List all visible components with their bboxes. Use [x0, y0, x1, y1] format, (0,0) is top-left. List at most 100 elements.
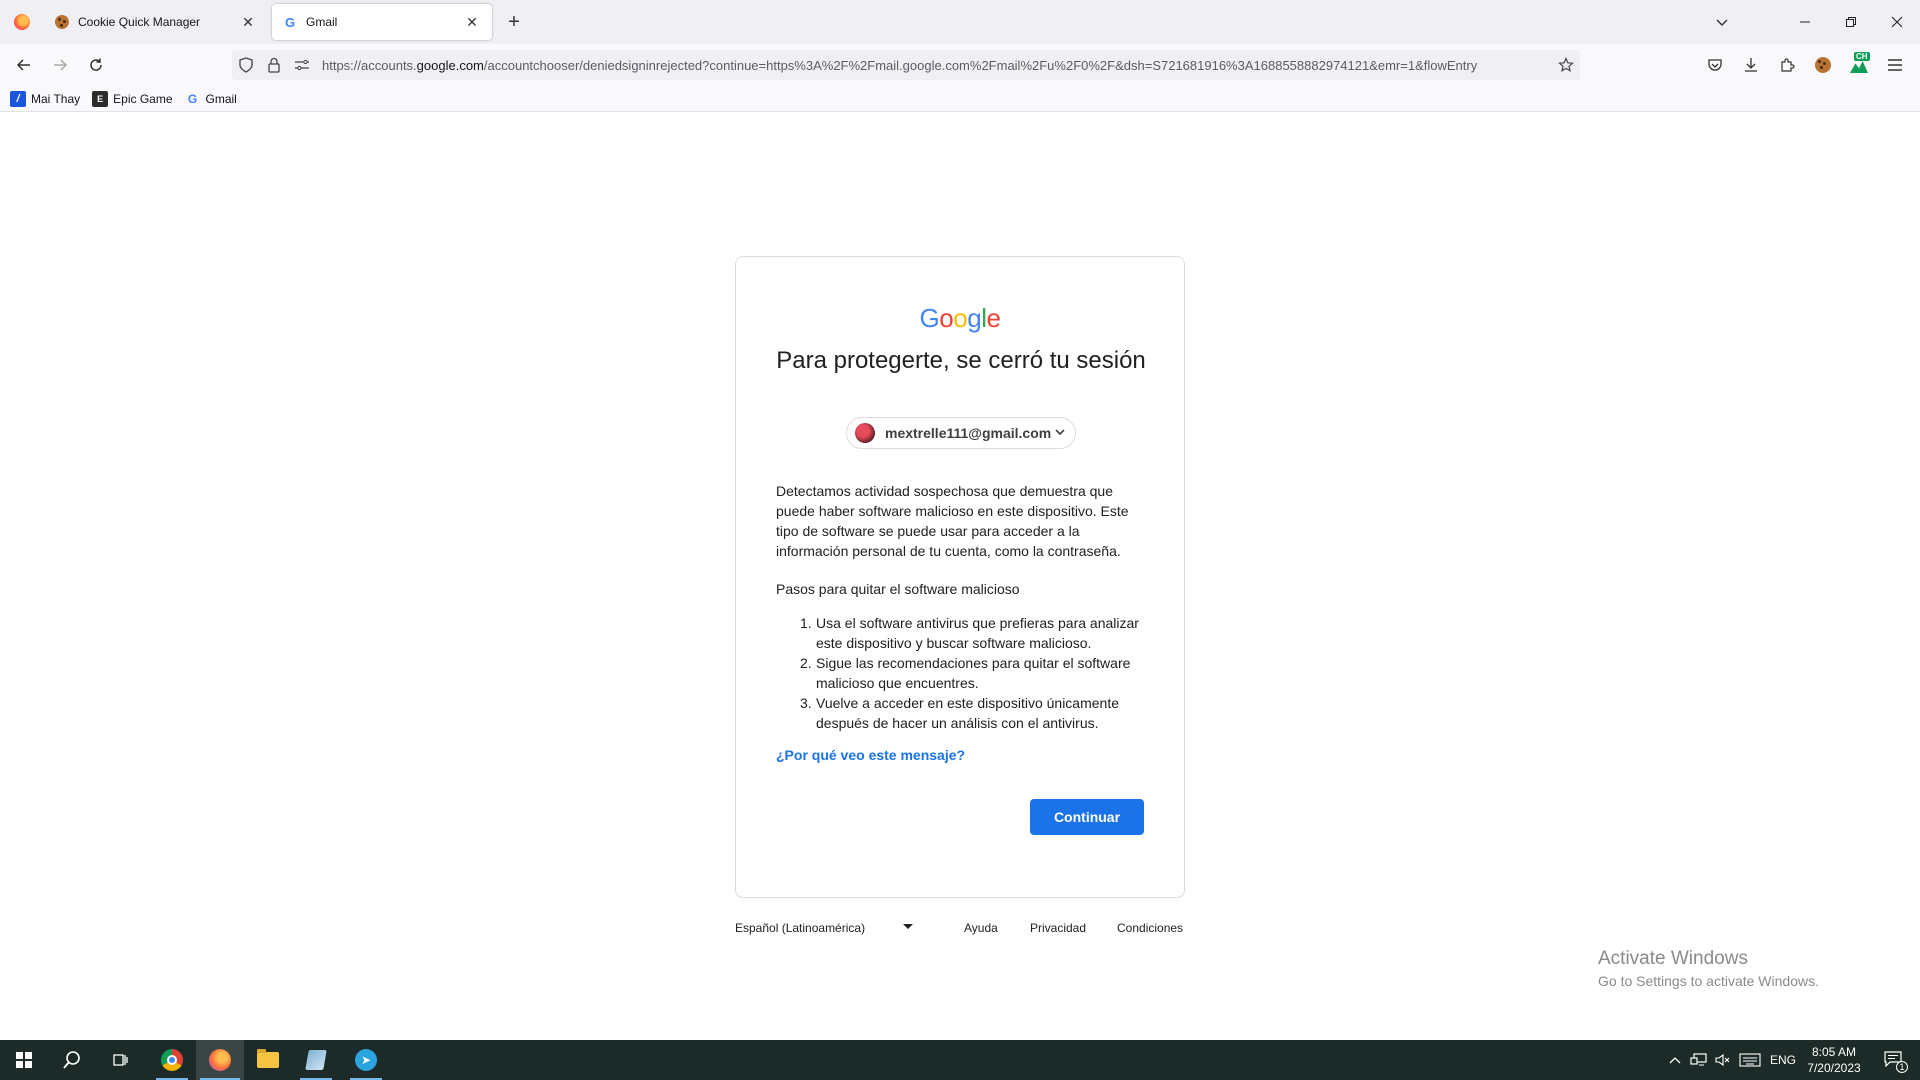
bookmark-epic-game[interactable]: E Epic Game — [92, 90, 173, 107]
tab-cookie-quick-manager[interactable]: Cookie Quick Manager ✕ — [44, 4, 268, 40]
page-title: Para protegerte, se cerró tu sesión — [776, 347, 1146, 374]
pocket-icon — [1708, 59, 1722, 71]
tracking-shield-icon[interactable] — [232, 50, 260, 80]
watermark-subtitle: Go to Settings to activate Windows. — [1598, 973, 1819, 989]
taskbar-telegram[interactable]: ➤ — [342, 1040, 390, 1080]
clock-date: 7/20/2023 — [1807, 1061, 1861, 1075]
close-icon — [1891, 16, 1903, 28]
firefox-icon — [209, 1049, 231, 1071]
taskbar-firefox[interactable] — [196, 1040, 244, 1080]
taskbar-clock[interactable]: 8:05 AM 7/20/2023 — [1796, 1044, 1872, 1076]
google-logo: Google — [919, 303, 1001, 333]
search-button[interactable] — [48, 1040, 96, 1080]
taskbar-notepad[interactable] — [292, 1040, 340, 1080]
epic-games-icon: E — [92, 90, 109, 107]
task-view-button[interactable] — [96, 1040, 144, 1080]
warning-paragraph: Detectamos actividad sospechosa que demu… — [776, 483, 1129, 559]
help-link[interactable]: Ayuda — [964, 921, 998, 935]
arrow-right-icon — [54, 59, 68, 71]
pocket-button[interactable] — [1699, 50, 1731, 80]
close-tab-icon[interactable]: ✕ — [462, 12, 482, 32]
terms-link[interactable]: Condiciones — [1117, 921, 1183, 935]
minimize-button[interactable] — [1782, 0, 1828, 44]
restore-icon — [1846, 17, 1856, 27]
account-email: mextrelle111@gmail.com — [885, 425, 1052, 441]
address-bar[interactable]: https://accounts.google.com/accountchoos… — [232, 50, 1580, 80]
forward-button[interactable] — [44, 50, 76, 80]
new-tab-button[interactable]: + — [502, 10, 526, 34]
tab-gmail[interactable]: G Gmail ✕ — [272, 4, 492, 40]
notification-count-badge: 1 — [1896, 1061, 1908, 1073]
permissions-icon[interactable] — [288, 50, 316, 80]
page-footer: Español (Latinoamérica) Ayuda Privacidad… — [735, 918, 1185, 940]
network-button[interactable] — [1688, 1040, 1710, 1080]
reload-button[interactable] — [80, 50, 112, 80]
account-chip[interactable]: mextrelle111@gmail.com — [846, 417, 1076, 449]
volume-muted-icon — [1715, 1053, 1730, 1067]
bookmarks-toolbar: / Mai Thay E Epic Game G Gmail — [0, 86, 1920, 112]
step-number: 1. — [800, 615, 812, 631]
app-menu-button[interactable] — [1879, 50, 1911, 80]
task-view-icon — [113, 1054, 128, 1066]
step-text: Usa el software antivirus que prefieras … — [816, 615, 1139, 651]
extensions-button[interactable] — [1771, 50, 1803, 80]
arrow-left-icon — [16, 59, 30, 71]
firefox-view-button[interactable] — [8, 8, 36, 36]
action-center-button[interactable]: 1 — [1874, 1040, 1914, 1080]
lock-icon[interactable] — [260, 50, 288, 80]
cookie-manager-extension-button[interactable] — [1807, 50, 1839, 80]
windows-logo-icon — [16, 1052, 32, 1068]
google-g-icon: G — [284, 14, 296, 30]
privacy-link[interactable]: Privacidad — [1030, 921, 1086, 935]
input-language-indicator[interactable]: ENG — [1768, 1040, 1798, 1080]
url-path: /accountchooser/deniedsigninrejected?con… — [483, 57, 1478, 73]
list-item: 2. Sigue las recomendaciones para quitar … — [800, 653, 1146, 693]
keyboard-icon — [1739, 1053, 1761, 1067]
list-all-tabs-button[interactable] — [1710, 10, 1734, 34]
caret-down-icon[interactable] — [903, 924, 913, 929]
bookmark-mt-icon: / — [10, 90, 26, 107]
telegram-icon: ➤ — [355, 1049, 377, 1071]
url-host: google.com — [416, 57, 484, 73]
activate-windows-watermark: Activate Windows Go to Settings to activ… — [1598, 948, 1819, 989]
bookmark-gmail[interactable]: G Gmail — [185, 91, 237, 107]
reload-icon — [90, 58, 102, 71]
start-button[interactable] — [0, 1040, 48, 1080]
extension-ch-button[interactable]: CH — [1843, 50, 1875, 80]
touch-keyboard-button[interactable] — [1736, 1040, 1764, 1080]
tab-title: Gmail — [306, 15, 338, 29]
step-number: 3. — [800, 695, 812, 711]
taskbar-chrome[interactable] — [148, 1040, 196, 1080]
volume-button[interactable] — [1712, 1040, 1734, 1080]
bookmark-star-icon[interactable] — [1552, 50, 1580, 80]
bookmark-mai-thay[interactable]: / Mai Thay — [10, 90, 80, 107]
why-am-i-seeing-this-link[interactable]: ¿Por qué veo este mensaje? — [776, 747, 965, 763]
download-icon — [1745, 58, 1757, 72]
close-tab-icon[interactable]: ✕ — [238, 12, 258, 32]
browser-tab-strip: Cookie Quick Manager ✕ G Gmail ✕ + — [0, 0, 1920, 44]
puzzle-icon — [1781, 58, 1795, 72]
list-item: 3. Vuelve a acceder en este dispositivo ú… — [800, 693, 1146, 733]
minimize-icon — [1800, 21, 1810, 23]
language-selector[interactable]: Español (Latinoamérica) — [735, 921, 865, 935]
notepad-icon — [305, 1050, 327, 1070]
taskbar-file-explorer[interactable] — [244, 1040, 292, 1080]
google-g-icon: G — [187, 91, 198, 106]
close-window-button[interactable] — [1874, 0, 1920, 44]
steps-heading: Pasos para quitar el software malicioso — [776, 581, 1020, 597]
extension-badge: CH — [1854, 52, 1870, 61]
restore-button[interactable] — [1828, 0, 1874, 44]
cookie-icon — [54, 14, 70, 30]
step-text: Vuelve a acceder en este dispositivo úni… — [816, 695, 1119, 731]
cookie-icon — [1815, 57, 1831, 73]
back-button[interactable] — [8, 50, 40, 80]
show-hidden-icons-button[interactable] — [1664, 1040, 1686, 1080]
language-label: Español (Latinoamérica) — [735, 921, 866, 935]
extension-ch-icon: CH — [1850, 52, 1870, 74]
url-text[interactable]: https://accounts.google.com/accountchoos… — [316, 58, 1552, 73]
downloads-button[interactable] — [1735, 50, 1767, 80]
continue-button[interactable]: Continuar — [1030, 799, 1144, 835]
chevron-down-icon — [1716, 19, 1728, 26]
folder-icon — [257, 1049, 279, 1068]
steps-list: 1. Usa el software antivirus que prefiera… — [800, 613, 1146, 733]
